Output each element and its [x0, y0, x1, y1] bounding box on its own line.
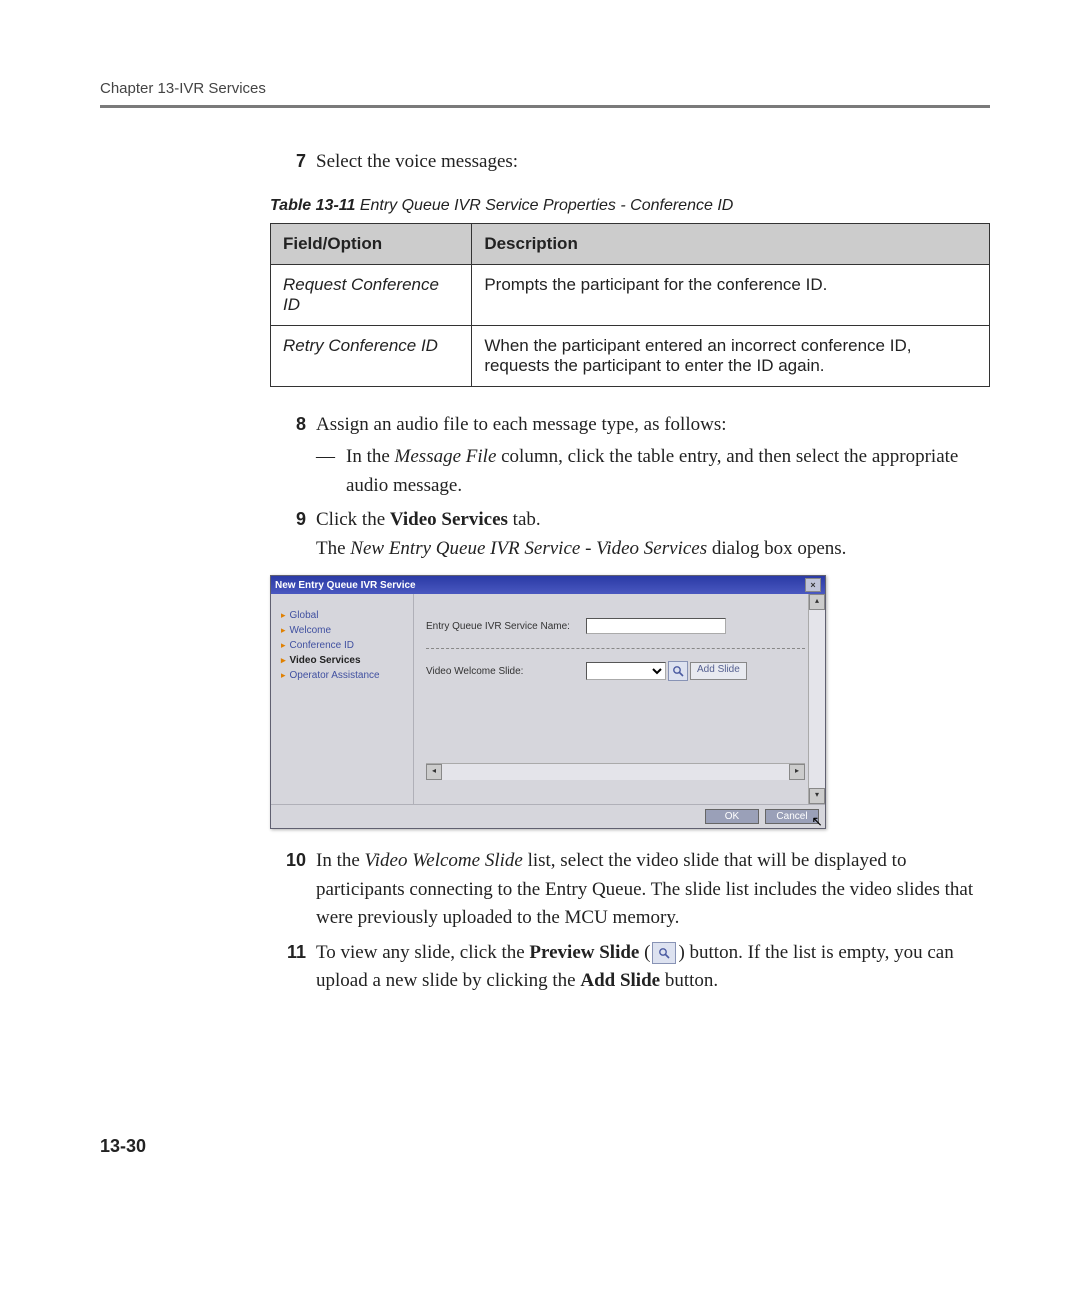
scrollbar-vertical[interactable]: ▴ ▾	[808, 594, 825, 804]
step7-number: 7	[270, 148, 316, 177]
nav-item-operator-assistance[interactable]: ▸Operator Assistance	[281, 668, 409, 683]
close-icon[interactable]: ×	[805, 578, 821, 592]
step10-number: 10	[270, 847, 316, 933]
table-label: Table 13-11	[270, 197, 355, 214]
step8-sub: In the Message File column, click the ta…	[346, 443, 990, 500]
table-head-field: Field/Option	[271, 223, 472, 264]
scroll-left-icon[interactable]: ◂	[426, 764, 442, 780]
svc-name-input[interactable]	[586, 618, 726, 634]
step9-number: 9	[270, 506, 316, 563]
cancel-button[interactable]: Cancel	[765, 809, 819, 824]
chevron-right-icon: ▸	[281, 625, 286, 636]
table-head-desc: Description	[472, 223, 990, 264]
page-number: 13-30	[100, 1136, 990, 1157]
video-welcome-slide-label: Video Welcome Slide:	[426, 666, 586, 677]
header-rule	[100, 105, 990, 108]
table-cell-desc: Prompts the participant for the conferen…	[472, 264, 990, 325]
step7-text: Select the voice messages:	[316, 148, 990, 177]
add-slide-button[interactable]: Add Slide	[690, 662, 747, 680]
step9-text: Click the Video Services tab. The New En…	[316, 506, 990, 563]
nav-item-welcome[interactable]: ▸Welcome	[281, 623, 409, 638]
svc-name-label: Entry Queue IVR Service Name:	[426, 621, 586, 632]
dialog-titlebar[interactable]: New Entry Queue IVR Service ×	[271, 576, 825, 594]
dialog-title: New Entry Queue IVR Service	[275, 580, 416, 591]
video-welcome-slide-select[interactable]	[586, 662, 666, 680]
preview-slide-inline-icon	[652, 942, 676, 964]
scroll-down-icon[interactable]: ▾	[809, 788, 825, 804]
magnifier-icon	[672, 665, 684, 677]
table-cell-desc: When the participant entered an incorrec…	[472, 325, 990, 386]
step8-number: 8	[270, 411, 316, 501]
step11-number: 11	[270, 939, 316, 996]
chevron-right-icon: ▸	[281, 655, 286, 666]
table-row: Request Conference ID Prompts the partic…	[271, 264, 990, 325]
ok-button[interactable]: OK	[705, 809, 759, 824]
dialog-nav: ▸Global ▸Welcome ▸Conference ID ▸Video S…	[271, 594, 414, 804]
divider	[426, 648, 805, 649]
nav-item-conference-id[interactable]: ▸Conference ID	[281, 638, 409, 653]
table-title: Entry Queue IVR Service Properties - Con…	[355, 197, 733, 214]
table-cell-field: Retry Conference ID	[271, 325, 472, 386]
magnifier-icon	[658, 947, 670, 959]
chevron-right-icon: ▸	[281, 670, 286, 681]
table-cell-field: Request Conference ID	[271, 264, 472, 325]
dialog-footer: OK Cancel ↖	[271, 804, 825, 828]
properties-table: Field/Option Description Request Confere…	[270, 223, 990, 387]
chevron-right-icon: ▸	[281, 640, 286, 651]
nav-item-video-services[interactable]: ▸Video Services	[281, 653, 409, 668]
table-caption: Table 13-11 Entry Queue IVR Service Prop…	[270, 197, 990, 215]
scroll-right-icon[interactable]: ▸	[789, 764, 805, 780]
preview-slide-button[interactable]	[668, 661, 688, 681]
step10-text: In the Video Welcome Slide list, select …	[316, 847, 990, 933]
scrollbar-horizontal[interactable]: ◂ ▸	[426, 763, 805, 780]
chevron-right-icon: ▸	[281, 610, 286, 621]
step11-text: To view any slide, click the Preview Sli…	[316, 939, 990, 996]
running-header: Chapter 13-IVR Services	[100, 80, 990, 97]
dialog-main: ▴ ▾ Entry Queue IVR Service Name: Video …	[414, 594, 825, 804]
table-row: Retry Conference ID When the participant…	[271, 325, 990, 386]
nav-item-global[interactable]: ▸Global	[281, 608, 409, 623]
scroll-up-icon[interactable]: ▴	[809, 594, 825, 610]
step8-text: Assign an audio file to each message typ…	[316, 411, 990, 440]
dialog-new-entry-queue-ivr: New Entry Queue IVR Service × ▸Global ▸W…	[270, 575, 826, 829]
sub-dash: —	[316, 443, 346, 500]
